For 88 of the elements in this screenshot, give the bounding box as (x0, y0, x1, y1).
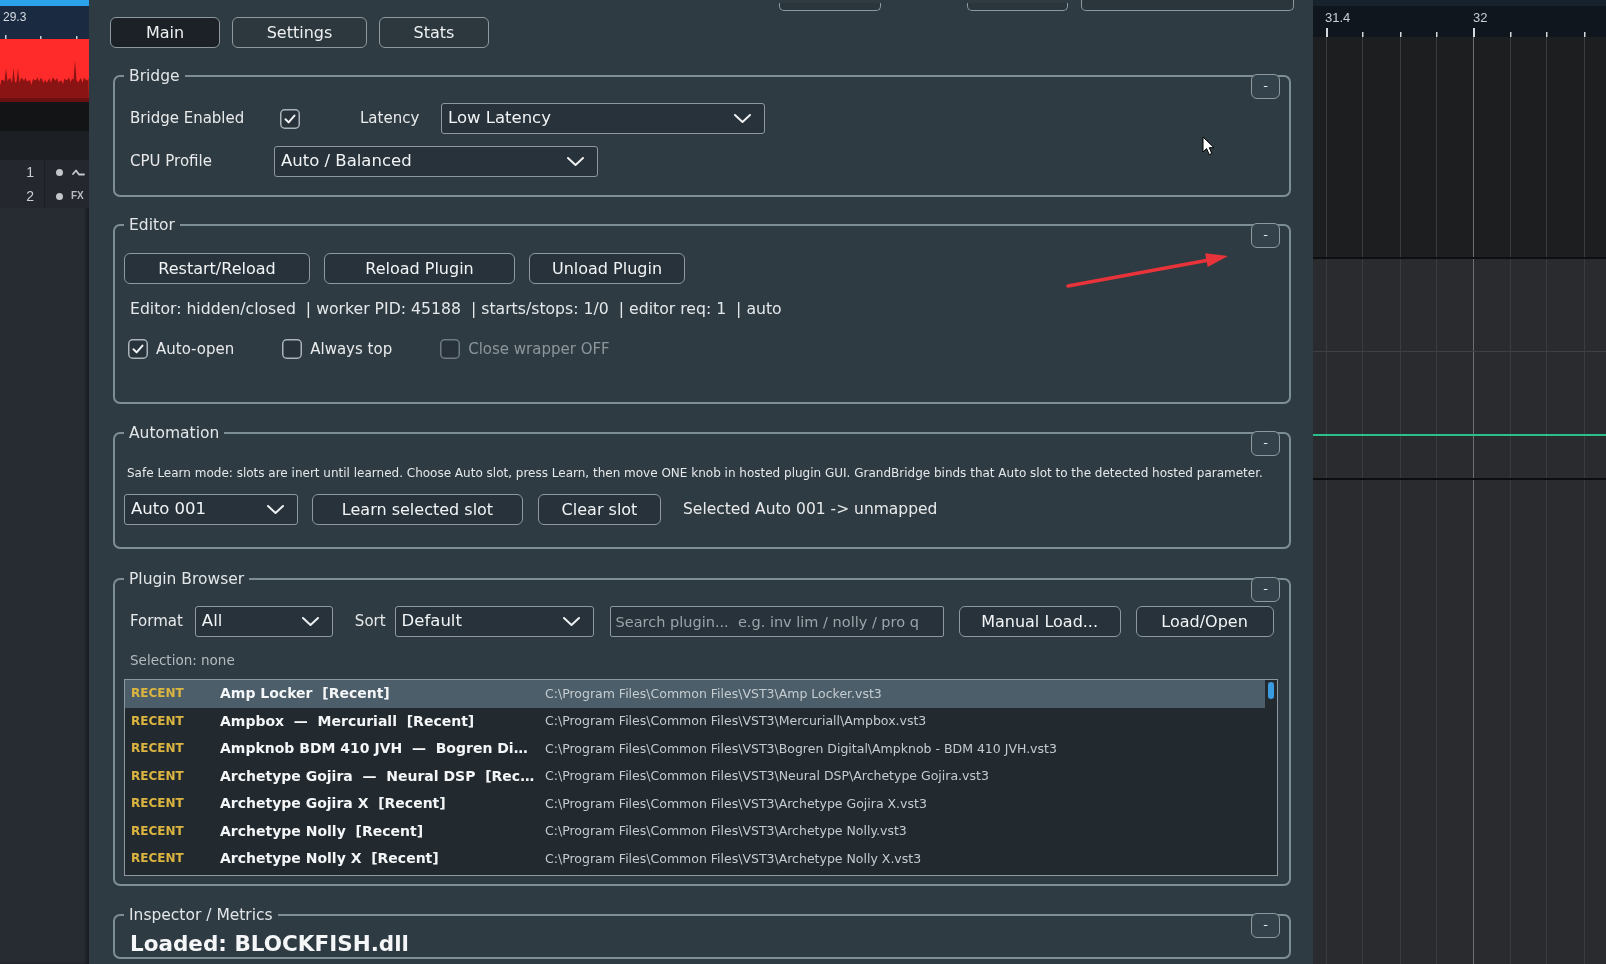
plugin-row[interactable]: RECENT Ampbox — Mercuriall [Recent] C:\Program Files\Common Files\VST3\Mercuriall\Ampbox.vst3 (125, 707, 1265, 735)
chevron-down-icon (567, 157, 584, 166)
tab[interactable]: Stats (379, 17, 489, 48)
field-label: Latency (360, 109, 421, 128)
help-text: Safe Learn mode: slots are inert until learned. Choose Auto slot, press Learn, then move ONE knob in hosted plugin GUI. GrandBridge binds that Auto slot to the detected hosted parameter. (127, 465, 1264, 482)
field-label: Format (130, 612, 183, 631)
collapse-button[interactable]: - (1251, 577, 1280, 602)
collapse-button[interactable]: - (1251, 913, 1280, 938)
plugin-name: Ampbox — Mercuriall [Recent] (220, 712, 476, 730)
search-field[interactable]: Search plugin... e.g. inv lim / nolly / pro q (609, 606, 944, 637)
mapping-status: Selected Auto 001 -> unmapped (683, 499, 938, 520)
status-text: Editor: hidden/closed | worker PID: 45188 | starts/stops: 1/0 | editor req: 1 | auto (130, 299, 783, 319)
plugin-name: Archetype Gojira — Neural DSP [Rec… (220, 767, 536, 785)
recent-tag: RECENT (131, 713, 220, 729)
checkbox-label: Always top (310, 339, 393, 359)
collapse-button[interactable]: - (1251, 74, 1280, 99)
checkbox[interactable] (280, 108, 300, 129)
plugin-path: C:\Program Files\Common Files\VST3\Archetype Nolly.vst3 (545, 823, 907, 840)
collapse-button[interactable]: - (1251, 223, 1280, 248)
mouse-pointer-icon (1202, 136, 1215, 156)
plugin-name: Archetype Nolly X [Recent] (220, 850, 440, 868)
fx-label: FX (71, 189, 84, 203)
section-title: Inspector / Metrics (128, 905, 274, 925)
plugin-path: C:\Program Files\Common Files\VST3\Bogren Digital\Ampknob - BDM 410 JVH.vst3 (545, 740, 1057, 757)
checkbox-label: Auto-open (156, 339, 235, 359)
plugin-path: C:\Program Files\Common Files\VST3\Mercuriall\Ampbox.vst3 (545, 713, 927, 730)
plugin-name: Archetype Gojira X [Recent] (220, 795, 447, 813)
action-button[interactable]: Load/Open (1135, 606, 1274, 637)
field-label: CPU Profile (130, 152, 213, 171)
chevron-down-icon (562, 617, 580, 626)
action-button[interactable]: Manual Load... (958, 606, 1121, 637)
tab[interactable]: Settings (232, 17, 367, 48)
dropdown[interactable]: Default (394, 606, 594, 637)
plugin-path: C:\Program Files\Common Files\VST3\Neural DSP\Archetype Gojira.vst3 (545, 768, 989, 785)
ruler-label: 29.3 (3, 10, 28, 24)
dropdown[interactable]: Auto 001 (124, 494, 298, 525)
wave-icon (72, 168, 85, 176)
track-number: 2 (0, 184, 45, 208)
dropdown[interactable]: All (194, 606, 333, 637)
section-title: Plugin Browser (128, 569, 246, 589)
partial-field[interactable] (1081, 0, 1294, 11)
ruler-label: 32 (1473, 10, 1488, 25)
chevron-down-icon (301, 617, 319, 626)
checkbox[interactable] (282, 339, 303, 359)
dropdown[interactable]: Auto / Balanced (274, 146, 598, 177)
dropdown[interactable]: Low Latency (441, 103, 765, 134)
recent-tag: RECENT (131, 823, 220, 839)
partial-field[interactable] (967, 3, 1068, 11)
scrollbar-thumb[interactable] (1268, 682, 1274, 699)
action-button[interactable]: Unload Plugin (529, 253, 685, 284)
recent-tag: RECENT (131, 741, 220, 757)
status-dot-icon (56, 192, 63, 200)
selection-text: Selection: none (130, 652, 236, 668)
action-button[interactable]: Clear slot (538, 494, 661, 525)
recent-tag: RECENT (131, 851, 220, 867)
plugin-path: C:\Program Files\Common Files\VST3\Archetype Gojira X.vst3 (545, 795, 927, 812)
partial-field[interactable] (779, 3, 881, 11)
plugin-path: C:\Program Files\Common Files\VST3\Amp Locker.vst3 (545, 685, 882, 702)
plugin-row[interactable]: RECENT Archetype Nolly [Recent] C:\Program Files\Common Files\VST3\Archetype Nolly.vst3 (125, 817, 1265, 845)
recent-tag: RECENT (131, 686, 220, 702)
section-title: Bridge (128, 66, 181, 86)
status-dot-icon (56, 168, 63, 176)
recent-tag: RECENT (131, 768, 220, 784)
recent-tag: RECENT (131, 796, 220, 812)
action-button[interactable]: Learn selected slot (312, 494, 523, 525)
checkbox[interactable] (128, 339, 148, 359)
plugin-row[interactable]: RECENT Archetype Gojira X [Recent] C:\Program Files\Common Files\VST3\Archetype Gojira X.vst3 (125, 790, 1265, 818)
collapse-button[interactable]: - (1251, 431, 1280, 456)
plugin-row[interactable]: RECENT Amp Locker [Recent] C:\Program Files\Common Files\VST3\Amp Locker.vst3 (125, 680, 1265, 708)
checkbox-label: Close wrapper OFF (468, 339, 610, 359)
field-label: Sort (354, 612, 386, 631)
plugin-name: Ampknob BDM 410 JVH — Bogren Di… (220, 740, 529, 758)
plugin-name: Archetype Nolly [Recent] (220, 822, 425, 840)
plugin-row[interactable]: RECENT Archetype Gojira — Neural DSP [Rec… C:\Program Files\Common Files\VST3\Neural DSP\Archetype Gojira.vst3 (125, 762, 1265, 790)
plugin-row[interactable]: RECENT Ampknob BDM 410 JVH — Bogren Di… C:\Program Files\Common Files\VST3\Bogren Digital\Ampknob - BDM 410 JVH.vst3 (125, 735, 1265, 763)
action-button[interactable]: Restart/Reload (124, 253, 310, 284)
section-title: Automation (128, 423, 221, 443)
plugin-path: C:\Program Files\Common Files\VST3\Archetype Nolly X.vst3 (545, 850, 922, 867)
tab[interactable]: Main (110, 17, 220, 48)
loaded-plugin-title: Loaded: BLOCKFISH.dll (130, 931, 410, 957)
chevron-down-icon (734, 114, 751, 123)
plugin-row[interactable]: RECENT Archetype Nolly X [Recent] C:\Program Files\Common Files\VST3\Archetype Nolly X.vst3 (125, 845, 1265, 873)
section-title: Editor (128, 215, 176, 235)
action-button[interactable]: Reload Plugin (324, 253, 515, 284)
field-label: Bridge Enabled (130, 109, 246, 128)
ruler-label: 31.4 (1325, 10, 1351, 25)
plugin-name: Amp Locker [Recent] (220, 685, 391, 703)
chevron-down-icon (267, 505, 284, 514)
